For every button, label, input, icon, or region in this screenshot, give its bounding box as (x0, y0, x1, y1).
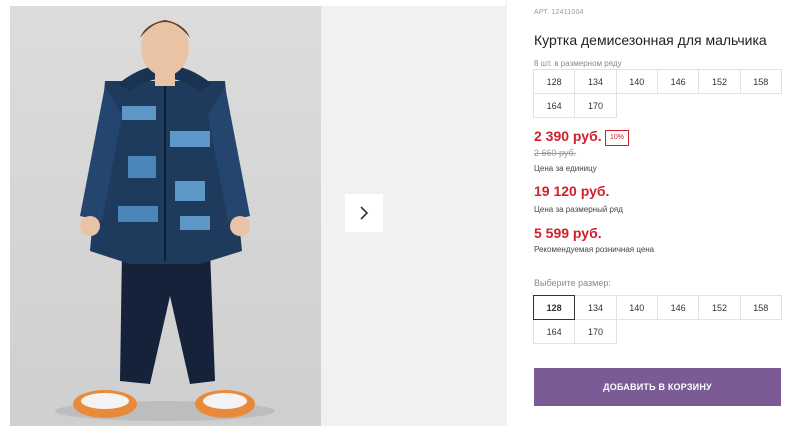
size-row-cell: 146 (656, 69, 700, 94)
rrp-price-caption: Рекомендуемая розничная цена (534, 245, 655, 254)
size-option[interactable]: 164 (533, 319, 576, 344)
product-photo (10, 6, 321, 426)
discount-badge: 10% (605, 130, 630, 146)
size-option[interactable]: 128 (533, 295, 576, 320)
size-option[interactable]: 158 (739, 295, 782, 320)
size-select-label: Выберите размер: (534, 278, 611, 288)
unit-price: 2 390 руб. (534, 128, 602, 144)
old-price: 2 660 руб. (534, 148, 577, 158)
size-row-cell: 158 (739, 69, 782, 94)
size-option[interactable]: 170 (574, 319, 617, 344)
size-row-cell: 170 (574, 93, 617, 118)
size-row-cell: 140 (615, 69, 658, 94)
row-price: 19 120 руб. (534, 183, 610, 199)
chevron-right-icon (360, 206, 369, 220)
next-image-button[interactable] (345, 194, 383, 232)
add-to-cart-button[interactable]: ДОБАВИТЬ В КОРЗИНУ (534, 368, 781, 406)
size-row-cell: 128 (533, 69, 576, 94)
size-row-count: 8 шт. в размерном ряду (534, 59, 622, 68)
row-price-caption: Цена за размерный ряд (534, 205, 623, 214)
product-sku: АРТ. 12411004 (534, 9, 584, 16)
size-option[interactable]: 146 (656, 295, 700, 320)
size-row-cell: 134 (574, 69, 617, 94)
size-row-cell: 152 (698, 69, 741, 94)
size-row-grid: 128 134 140 146 152 158 164 170 (533, 69, 782, 118)
size-option[interactable]: 134 (574, 295, 617, 320)
size-selector: 128 134 140 146 152 158 164 170 (533, 295, 782, 344)
size-row-cell: 164 (533, 93, 576, 118)
size-option[interactable]: 140 (615, 295, 658, 320)
product-gallery (0, 0, 507, 426)
boy-in-jacket-illustration (55, 20, 275, 421)
rrp-price: 5 599 руб. (534, 225, 602, 241)
size-option[interactable]: 152 (698, 295, 741, 320)
product-title: Куртка демисезонная для мальчика (534, 32, 767, 48)
unit-price-caption: Цена за единицу (534, 164, 597, 173)
